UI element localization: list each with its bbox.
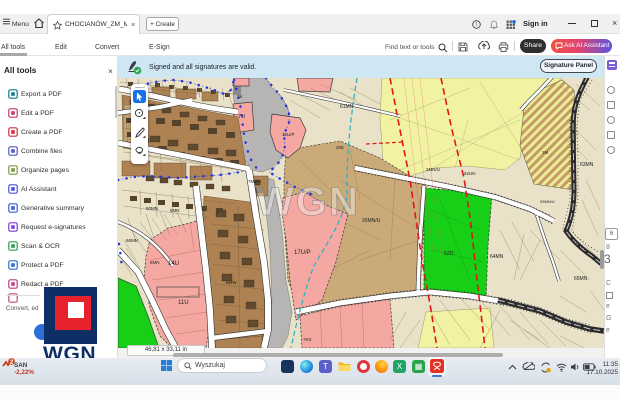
svg-text:17U/P: 17U/P [294, 250, 311, 256]
svg-text:WGN: WGN [256, 180, 360, 224]
svg-text:15U/P: 15U/P [282, 132, 295, 137]
svg-text:14U: 14U [168, 261, 179, 267]
svg-text:7KS: 7KS [303, 337, 312, 342]
svg-text:93MN/U: 93MN/U [540, 199, 555, 204]
svg-text:!: ! [476, 23, 478, 29]
svg-text:20E: 20E [336, 145, 344, 150]
svg-text:26MN/U: 26MN/U [362, 218, 381, 224]
svg-text:62UN: 62UN [464, 171, 476, 176]
svg-text:2K: 2K [237, 94, 243, 99]
svg-text:65MN: 65MN [574, 276, 588, 282]
svg-text:2MN/U: 2MN/U [426, 167, 440, 172]
svg-text:8MW: 8MW [226, 280, 237, 285]
svg-text:64MN: 64MN [490, 254, 504, 260]
svg-text:61MN: 61MN [340, 104, 354, 110]
svg-text:6ZD: 6ZD [444, 251, 454, 257]
svg-text:11U: 11U [178, 300, 189, 306]
svg-text:8MN: 8MN [170, 208, 180, 213]
svg-text:63MN: 63MN [580, 162, 594, 168]
svg-text:3M: 3M [542, 150, 549, 155]
svg-text:60MN: 60MN [146, 206, 158, 211]
svg-text:8MN: 8MN [150, 260, 160, 265]
svg-text:66MN: 66MN [126, 238, 138, 243]
svg-text:7U: 7U [238, 114, 245, 120]
